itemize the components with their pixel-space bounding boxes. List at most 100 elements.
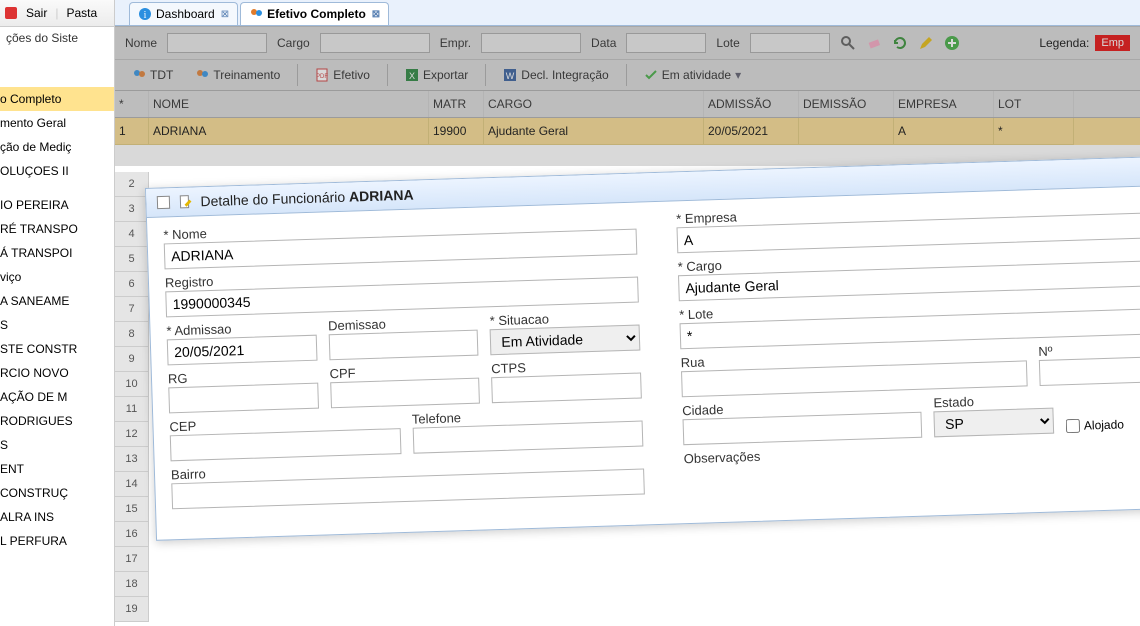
field-demissao: Demissao xyxy=(328,314,479,361)
close-icon[interactable]: ⊠ xyxy=(221,9,229,20)
row-number: 9 xyxy=(115,347,149,372)
tab-dashboard[interactable]: i Dashboard ⊠ xyxy=(129,2,238,25)
row-number: 17 xyxy=(115,547,149,572)
filter-lote-input[interactable] xyxy=(750,33,830,53)
situacao-select[interactable]: Em Atividade xyxy=(490,325,640,356)
sidebar-item[interactable]: L PERFURA xyxy=(0,529,114,553)
row-number: 16 xyxy=(115,522,149,547)
col-empresa[interactable]: EMPRESA xyxy=(894,91,994,117)
sidebar-item[interactable]: IO PEREIRA xyxy=(0,193,114,217)
svg-text:i: i xyxy=(144,10,147,21)
field-situacao: * Situacao Em Atividade xyxy=(489,309,640,356)
edit-icon[interactable] xyxy=(918,35,934,51)
sidebar-item[interactable]: STE CONSTR xyxy=(0,337,114,361)
search-icon[interactable] xyxy=(840,35,856,51)
field-lote: * Lote xyxy=(679,292,1140,349)
sidebar-item[interactable]: mento Geral xyxy=(0,111,114,135)
row-number: 15 xyxy=(115,497,149,522)
sidebar-item[interactable]: S xyxy=(0,313,114,337)
field-nome: * Nome xyxy=(163,213,637,270)
grid-header: * NOME MATR CARGO ADMISSÃO DEMISSÃO EMPR… xyxy=(115,91,1140,118)
sidebar-item[interactable]: OLUÇOES II xyxy=(0,159,114,183)
exportar-button[interactable]: X Exportar xyxy=(396,64,477,86)
left-panel: Sair | Pasta ções do Siste o Completomen… xyxy=(0,0,115,626)
row-number: 10 xyxy=(115,372,149,397)
col-cargo[interactable]: CARGO xyxy=(484,91,704,117)
row-number: 12 xyxy=(115,422,149,447)
sidebar-item[interactable]: ENT xyxy=(0,457,114,481)
row-num: 1 xyxy=(115,118,149,145)
alojado-input[interactable] xyxy=(1066,419,1080,433)
tab-efetivo-completo[interactable]: Efetivo Completo ⊠ xyxy=(240,2,389,25)
rg-input[interactable] xyxy=(168,383,318,414)
field-cargo: * Cargo xyxy=(678,244,1140,301)
ctps-input[interactable] xyxy=(491,373,641,404)
admissao-input[interactable] xyxy=(167,335,317,366)
field-estado: Estado SP xyxy=(933,392,1054,438)
col-demissao[interactable]: DEMISSÃO xyxy=(799,91,894,117)
toolbar: TDT Treinamento PDF Efetivo X Exportar W… xyxy=(115,60,1140,91)
cell-matr: 19900 xyxy=(429,118,484,145)
people-icon xyxy=(249,7,263,21)
cell-nome: ADRIANA xyxy=(149,118,429,145)
excel-icon: X xyxy=(405,68,419,82)
col-star[interactable]: * xyxy=(115,91,149,117)
sidebar-item[interactable]: ção de Mediç xyxy=(0,135,114,159)
filter-empr-input[interactable] xyxy=(481,33,581,53)
word-icon: W xyxy=(503,68,517,82)
em-atividade-dropdown[interactable]: Em atividade ▾ xyxy=(635,64,750,86)
table-row[interactable]: 1 ADRIANA 19900 Ajudante Geral 20/05/202… xyxy=(115,118,1140,145)
cell-cargo: Ajudante Geral xyxy=(484,118,704,145)
filter-label-cargo: Cargo xyxy=(277,36,310,50)
col-nome[interactable]: NOME xyxy=(149,91,429,117)
numero-input[interactable] xyxy=(1039,356,1140,386)
filter-label-nome: Nome xyxy=(125,36,157,50)
sidebar-item[interactable]: AÇÃO DE M xyxy=(0,385,114,409)
filter-label-lote: Lote xyxy=(716,36,739,50)
sidebar-item[interactable]: ALRA INS xyxy=(0,505,114,529)
row-number: 2 xyxy=(115,172,149,197)
detail-panel: Detalhe do Funcionário ADRIANA * Nome Re… xyxy=(145,156,1140,541)
add-icon[interactable] xyxy=(944,35,960,51)
tab-label: Efetivo Completo xyxy=(267,7,366,21)
demissao-input[interactable] xyxy=(328,330,478,361)
eraser-icon[interactable] xyxy=(866,35,882,51)
pasta-button[interactable]: Pasta xyxy=(60,4,103,22)
sidebar-item[interactable] xyxy=(0,183,114,193)
row-number: 18 xyxy=(115,572,149,597)
alojado-checkbox[interactable]: Alojado xyxy=(1066,416,1140,433)
filter-data-input[interactable] xyxy=(626,33,706,53)
sidebar-item[interactable]: CONSTRUÇ xyxy=(0,481,114,505)
sidebar-item[interactable]: RÉ TRANSPO xyxy=(0,217,114,241)
sidebar-item[interactable]: A SANEAME xyxy=(0,289,114,313)
filter-cargo-input[interactable] xyxy=(320,33,430,53)
treinamento-button[interactable]: Treinamento xyxy=(186,64,289,86)
sidebar-item[interactable]: RODRIGUES xyxy=(0,409,114,433)
refresh-icon[interactable] xyxy=(892,35,908,51)
sidebar-item[interactable]: o Completo xyxy=(0,87,114,111)
sidebar-item[interactable]: Á TRANSPOI xyxy=(0,241,114,265)
sair-button[interactable]: Sair xyxy=(20,4,53,22)
sidebar-item[interactable]: RCIO NOVO xyxy=(0,361,114,385)
col-matr[interactable]: MATR xyxy=(429,91,484,117)
field-numero: Nº xyxy=(1038,340,1140,386)
decl-integracao-button[interactable]: W Decl. Integração xyxy=(494,64,617,86)
svg-text:X: X xyxy=(409,71,415,81)
col-admissao[interactable]: ADMISSÃO xyxy=(704,91,799,117)
filter-label-empr: Empr. xyxy=(440,36,471,50)
cpf-input[interactable] xyxy=(330,378,480,409)
edit-doc-icon xyxy=(178,195,192,209)
efetivo-button[interactable]: PDF Efetivo xyxy=(306,64,379,86)
sidebar-item[interactable]: S xyxy=(0,433,114,457)
row-number: 14 xyxy=(115,472,149,497)
estado-select[interactable]: SP xyxy=(934,408,1054,438)
info-icon: i xyxy=(138,7,152,21)
filter-nome-input[interactable] xyxy=(167,33,267,53)
row-number: 13 xyxy=(115,447,149,472)
close-icon[interactable]: ⊠ xyxy=(372,9,380,20)
sidebar-item[interactable]: viço xyxy=(0,265,114,289)
tdt-button[interactable]: TDT xyxy=(123,64,182,86)
left-heading: ções do Siste xyxy=(0,27,114,49)
field-empresa: * Empresa xyxy=(676,196,1140,253)
col-lote[interactable]: LOT xyxy=(994,91,1074,117)
